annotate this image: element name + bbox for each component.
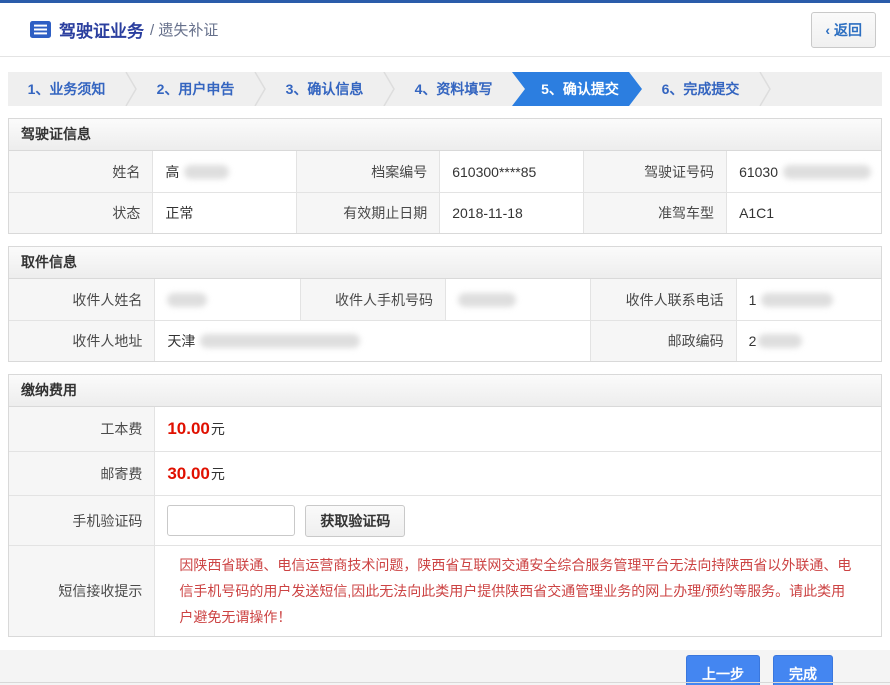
step-separator xyxy=(759,72,771,106)
vehicle-class-value: A1C1 xyxy=(726,192,881,233)
name-value: 高 xyxy=(152,151,295,192)
redacted-blur xyxy=(184,165,229,179)
recipient-address-value: 天津 xyxy=(154,320,590,361)
list-menu-icon xyxy=(30,21,51,38)
sms-code-row: 获取验证码 xyxy=(154,495,881,545)
step-4-fill-data: 4、资料填写 xyxy=(395,72,512,106)
step-bar-filler xyxy=(771,72,882,106)
postal-code-value: 2 xyxy=(736,320,881,361)
recipient-name-label: 收件人姓名 xyxy=(9,279,154,320)
pickup-info-table: 收件人姓名 收件人手机号码 收件人联系电话 1 收件人地址 天津 邮政编码 2 xyxy=(9,279,881,361)
fees-section-title: 缴纳费用 xyxy=(9,375,881,407)
redacted-blur xyxy=(758,334,802,348)
work-fee-amount: 10.00 xyxy=(167,419,210,439)
license-section-title: 驾驶证信息 xyxy=(9,119,881,151)
redacted-blur xyxy=(200,334,360,348)
license-number-value: 61030 xyxy=(726,151,881,192)
breadcrumb-subtitle: / 遗失补证 xyxy=(150,19,218,40)
step-2-declare: 2、用户申告 xyxy=(137,72,254,106)
fees-section: 缴纳费用 工本费 10.00元 邮寄费 30.00元 手机验证码 获取验证码 短… xyxy=(8,374,882,637)
name-label: 姓名 xyxy=(9,151,152,192)
pickup-info-section: 取件信息 收件人姓名 收件人手机号码 收件人联系电话 1 收件人地址 天津 邮政… xyxy=(8,246,882,362)
get-sms-code-button[interactable]: 获取验证码 xyxy=(305,505,405,537)
step-separator xyxy=(125,72,137,106)
license-number-label: 驾驶证号码 xyxy=(583,151,726,192)
recipient-phone-label: 收件人联系电话 xyxy=(590,279,735,320)
finish-button[interactable]: 完成 xyxy=(773,655,833,685)
step-separator xyxy=(383,72,395,106)
step-separator xyxy=(254,72,266,106)
pickup-section-title: 取件信息 xyxy=(9,247,881,279)
fees-table: 工本费 10.00元 邮寄费 30.00元 手机验证码 获取验证码 短信接收提示… xyxy=(9,407,881,636)
file-number-value: 610300****85 xyxy=(439,151,582,192)
status-value: 正常 xyxy=(152,192,295,233)
previous-step-button[interactable]: 上一步 xyxy=(686,655,760,685)
postage-fee-value: 30.00元 xyxy=(154,451,881,495)
page: 驾驶证业务 / 遗失补证 ‹返回 1、业务须知 2、用户申告 3、确认信息 4、… xyxy=(0,0,890,685)
recipient-mobile-label: 收件人手机号码 xyxy=(300,279,445,320)
step-3-confirm-info: 3、确认信息 xyxy=(266,72,383,106)
back-button[interactable]: ‹返回 xyxy=(811,12,876,48)
work-fee-unit: 元 xyxy=(211,419,225,439)
postage-fee-amount: 30.00 xyxy=(167,464,210,484)
work-fee-value: 10.00元 xyxy=(154,407,881,451)
back-button-label: 返回 xyxy=(834,22,862,38)
postage-fee-label: 邮寄费 xyxy=(9,451,154,495)
postage-fee-unit: 元 xyxy=(211,464,225,484)
redacted-blur xyxy=(458,293,516,307)
recipient-mobile-value xyxy=(445,279,590,320)
work-fee-label: 工本费 xyxy=(9,407,154,451)
sms-notice-cell: 因陕西省联通、电信运营商技术问题，陕西省互联网交通安全综合服务管理平台无法向持陕… xyxy=(154,545,881,636)
step-5-confirm-submit-active: 5、确认提交 xyxy=(512,72,642,106)
header: 驾驶证业务 / 遗失补证 ‹返回 xyxy=(0,3,890,57)
page-title: 驾驶证业务 xyxy=(59,17,144,42)
recipient-address-label: 收件人地址 xyxy=(9,320,154,361)
vehicle-class-label: 准驾车型 xyxy=(583,192,726,233)
postal-code-label: 邮政编码 xyxy=(590,320,735,361)
sms-notice-label: 短信接收提示 xyxy=(9,545,154,636)
recipient-phone-value: 1 xyxy=(736,279,881,320)
license-info-section: 驾驶证信息 姓名 高 档案编号 610300****85 驾驶证号码 61030… xyxy=(8,118,882,234)
sms-code-input[interactable] xyxy=(167,505,295,536)
file-number-label: 档案编号 xyxy=(296,151,439,192)
sms-code-label: 手机验证码 xyxy=(9,495,154,545)
step-6-finish: 6、完成提交 xyxy=(642,72,759,106)
footer-action-bar: 上一步 完成 xyxy=(0,650,890,685)
redacted-blur xyxy=(167,293,207,307)
step-1-notice: 1、业务须知 xyxy=(8,72,125,106)
chevron-left-icon: ‹ xyxy=(825,22,830,38)
redacted-blur xyxy=(761,293,833,307)
expiry-date-label: 有效期止日期 xyxy=(296,192,439,233)
expiry-date-value: 2018-11-18 xyxy=(439,192,582,233)
recipient-name-value xyxy=(154,279,299,320)
bottom-divider xyxy=(0,682,890,683)
status-label: 状态 xyxy=(9,192,152,233)
redacted-blur xyxy=(783,165,871,179)
step-progress-bar: 1、业务须知 2、用户申告 3、确认信息 4、资料填写 5、确认提交 6、完成提… xyxy=(8,72,882,106)
license-info-table: 姓名 高 档案编号 610300****85 驾驶证号码 61030 状态 正常… xyxy=(9,151,881,233)
sms-notice-text: 因陕西省联通、电信运营商技术问题，陕西省互联网交通安全综合服务管理平台无法向持陕… xyxy=(167,546,871,636)
